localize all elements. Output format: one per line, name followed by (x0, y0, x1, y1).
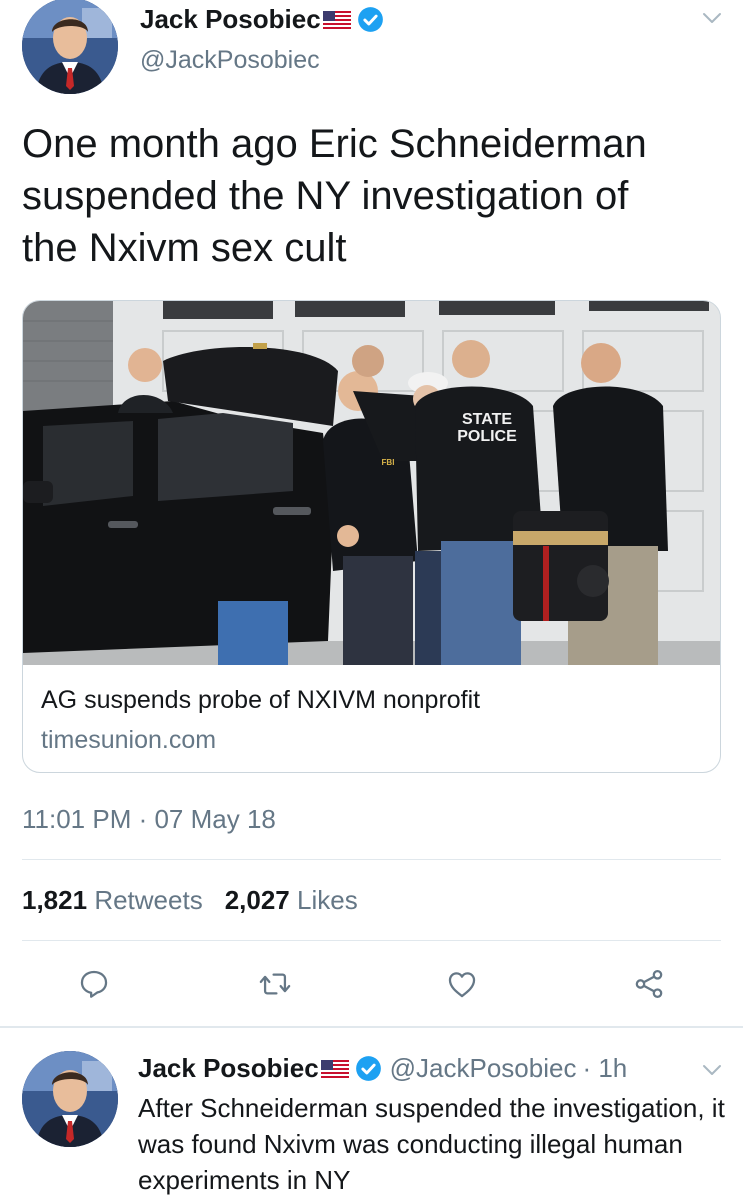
share-button[interactable] (632, 967, 666, 1001)
vest-text: STATE POLICE (447, 411, 527, 445)
card-title[interactable]: AG suspends probe of NXIVM nonprofit (41, 686, 480, 715)
likes-stat[interactable]: 2,027 Likes (225, 885, 358, 915)
retweets-count: 1,821 (22, 885, 88, 915)
vest-text-line: POLICE (457, 428, 517, 445)
author-display-name[interactable]: Jack Posobiec (140, 4, 321, 35)
avatar-image (22, 0, 118, 94)
divider (22, 859, 721, 860)
retweets-stat[interactable]: 1,821 Retweets (22, 885, 203, 915)
reply-author-row: Jack Posobiec @JackPosobiec · 1h (138, 1053, 627, 1084)
likes-count: 2,027 (224, 885, 290, 915)
divider (22, 940, 721, 941)
like-button[interactable] (445, 967, 479, 1001)
reply-button[interactable] (77, 967, 111, 1001)
reply-author-handle[interactable]: @JackPosobiec (390, 1053, 577, 1084)
chevron-down-icon[interactable] (700, 1058, 724, 1082)
author-avatar[interactable] (22, 0, 118, 94)
reply-author-display-name[interactable]: Jack Posobiec (138, 1053, 319, 1084)
share-icon (635, 969, 663, 999)
author-handle[interactable]: @JackPosobiec (140, 46, 320, 75)
verified-badge-icon (357, 7, 383, 32)
tweet-text-line: the Nxivm sex cult (22, 226, 347, 270)
jacket-text: FBI (381, 458, 395, 467)
us-flag-icon (322, 10, 351, 29)
retweets-label: Retweets (94, 885, 203, 915)
reply-time[interactable]: · 1h (582, 1053, 627, 1084)
verified-badge-icon (355, 1056, 381, 1081)
tweet-timestamp[interactable]: 11:01 PM · 07 May 18 (22, 804, 276, 835)
tweet-text-line: One month ago Eric Schneiderman (22, 122, 647, 166)
card-image[interactable]: STATE POLICE FBI (23, 301, 720, 665)
chevron-down-icon[interactable] (700, 6, 724, 30)
tweet-text: One month ago Eric Schneiderman suspende… (22, 118, 712, 274)
tweet-text-line: suspended the NY investigation of (22, 174, 629, 218)
reply-author-avatar[interactable] (22, 1051, 118, 1147)
retweet-button[interactable] (258, 967, 292, 1001)
reply-text: After Schneiderman suspended the investi… (138, 1093, 725, 1195)
link-card[interactable]: STATE POLICE FBI AG suspends probe of NX… (22, 300, 721, 773)
like-icon (448, 972, 476, 998)
thread-divider (0, 1026, 743, 1028)
vest-text-line: STATE (461, 411, 513, 428)
avatar-image (22, 1051, 118, 1147)
tweet-stats: 1,821 Retweets 2,027 Likes (22, 885, 358, 916)
news-photo (23, 301, 720, 665)
us-flag-icon (320, 1059, 349, 1078)
author-name-row: Jack Posobiec (140, 4, 384, 35)
reply-icon (80, 970, 108, 998)
card-domain[interactable]: timesunion.com (41, 726, 216, 755)
retweet-icon (259, 973, 291, 995)
likes-label: Likes (297, 885, 358, 915)
